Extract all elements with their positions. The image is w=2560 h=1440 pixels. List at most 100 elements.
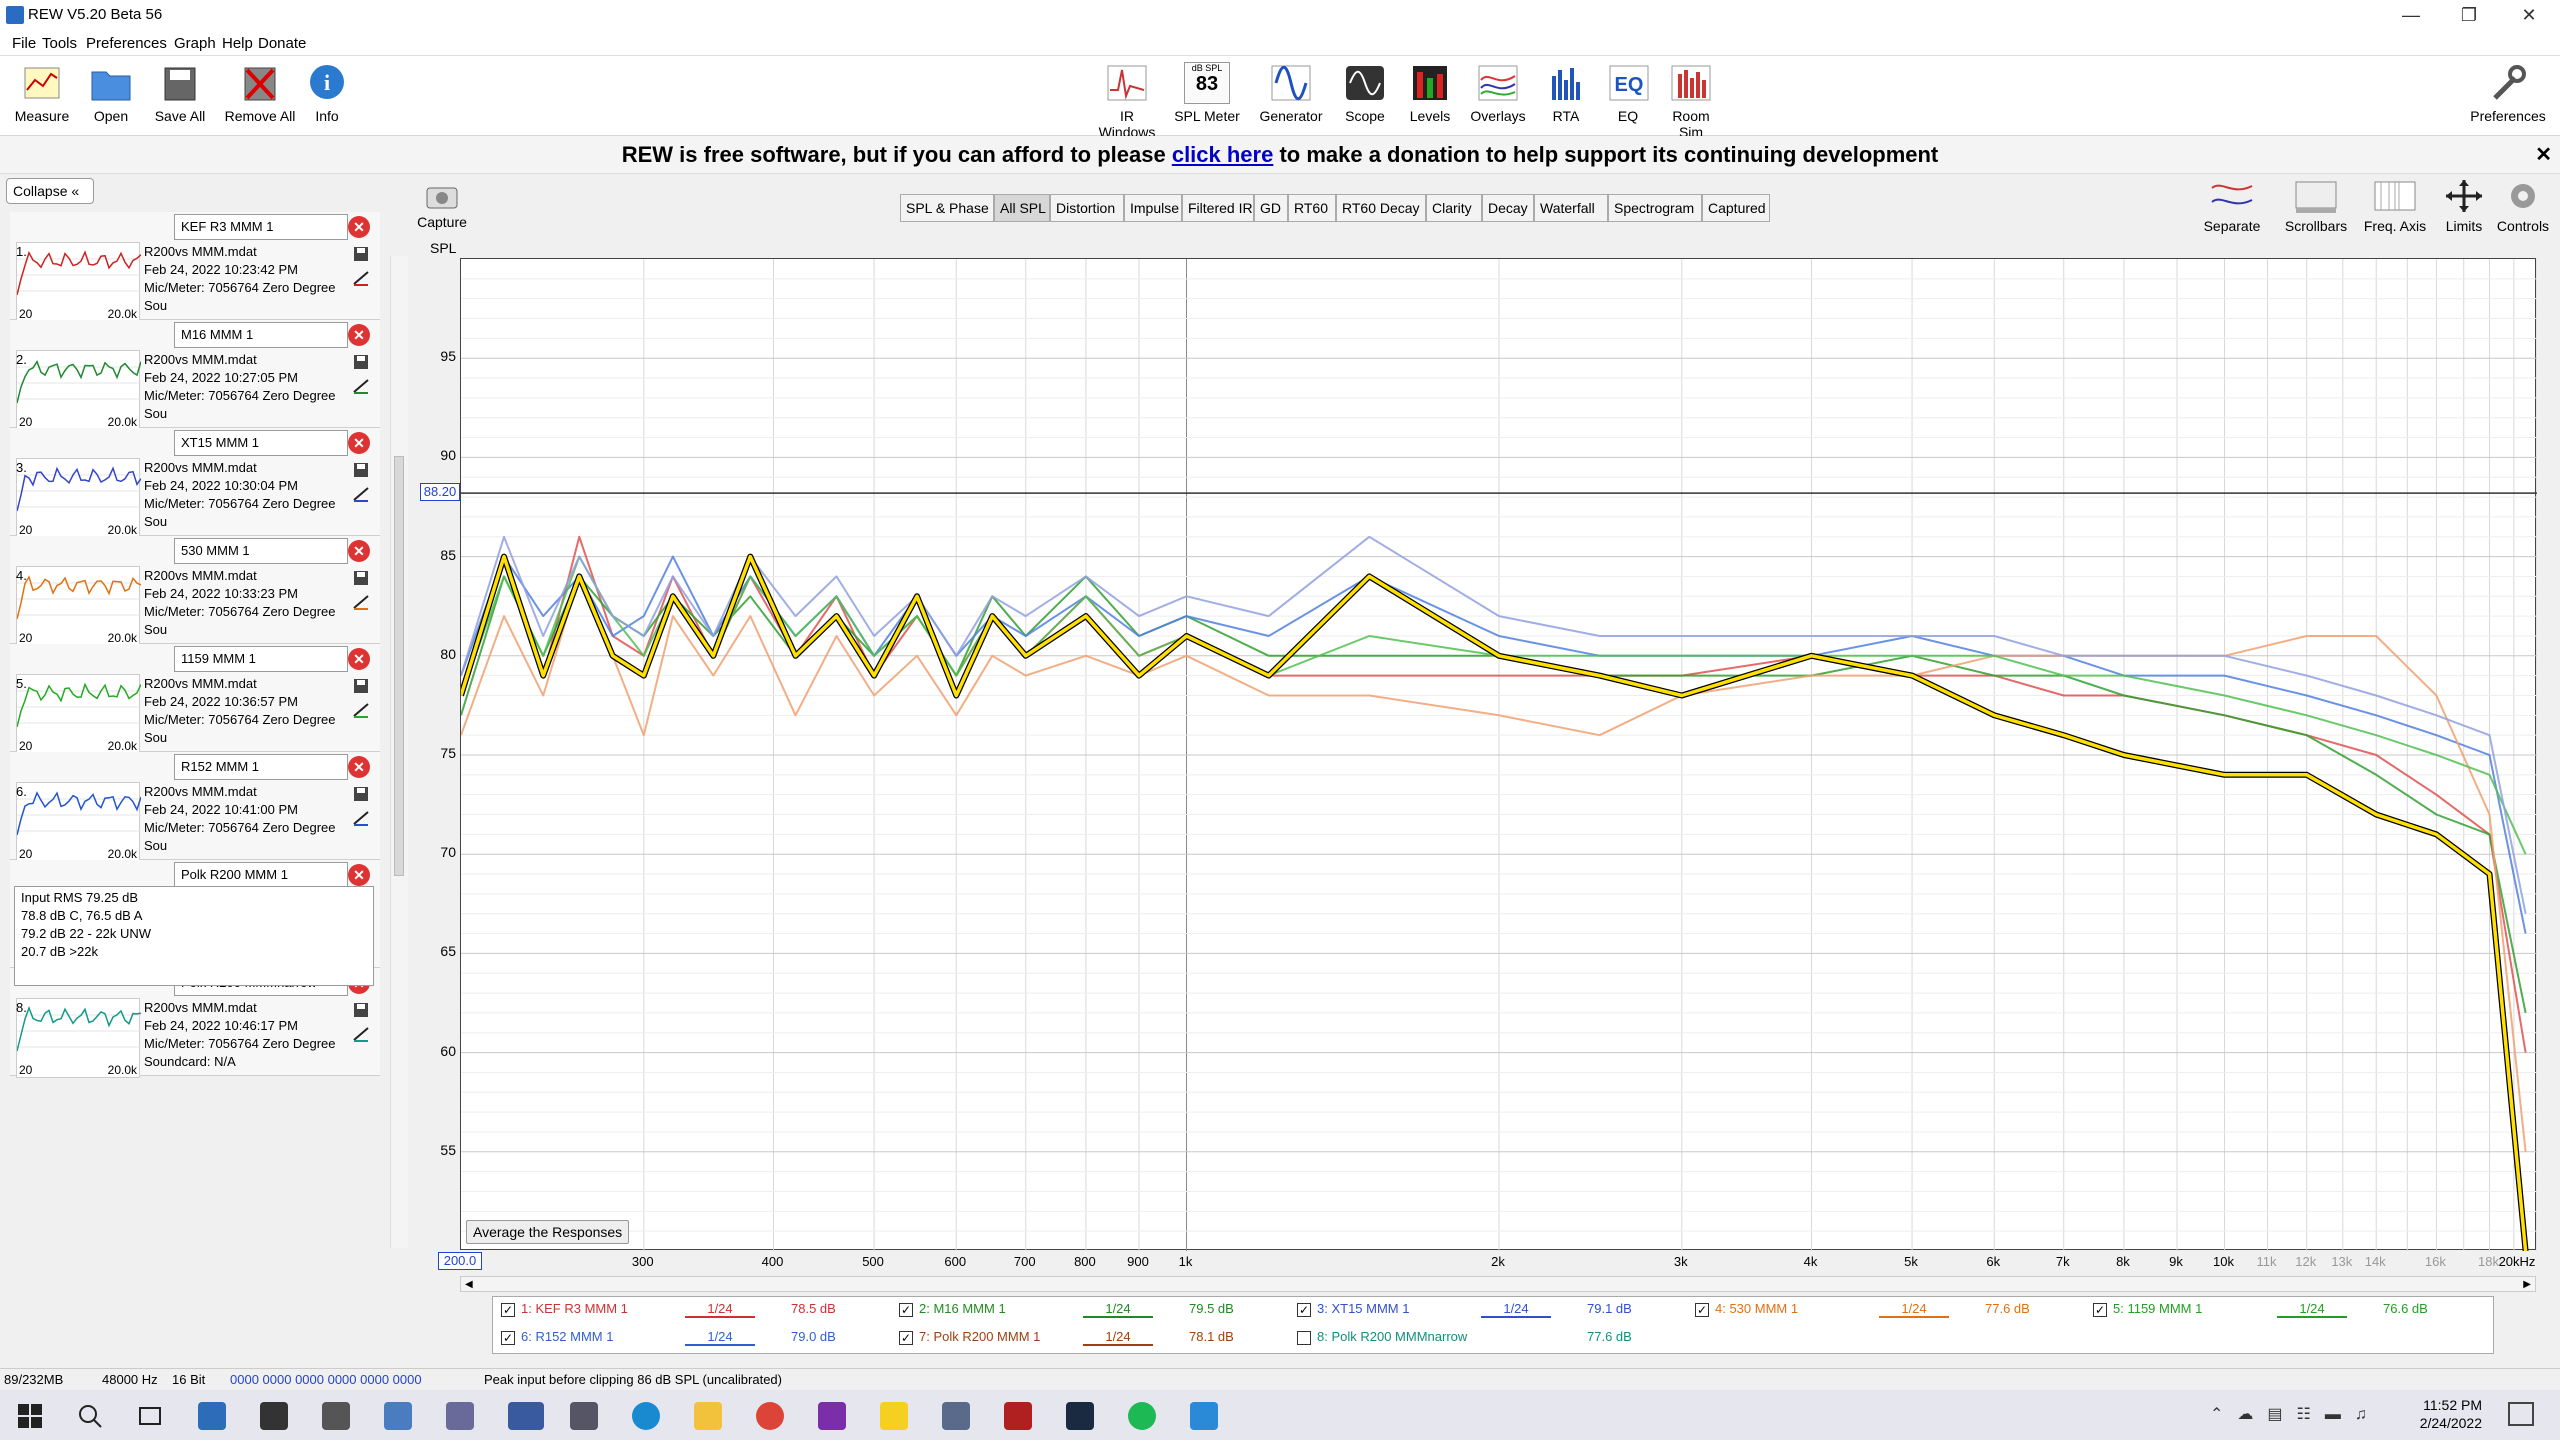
measurement-panel[interactable]: 20 20.0k 6. R152 MMM 1 ✕ R200vs MMM.mdat Feb 2… [10,752,380,862]
tab-gd[interactable]: GD [1254,194,1288,222]
smoothing-button[interactable]: 1/24 [1083,1329,1153,1346]
edge-icon[interactable] [632,1402,660,1430]
legend-checkbox[interactable]: ✓ [501,1302,515,1317]
tab-decay[interactable]: Decay [1482,194,1534,222]
menu-file[interactable]: File [12,35,36,52]
average-responses-button[interactable]: Average the Responses [466,1220,630,1244]
legend-checkbox[interactable]: ✓ [501,1330,515,1345]
trace-color-icon[interactable] [352,378,370,394]
scroll-thumb[interactable] [394,456,404,876]
levels-button[interactable]: Levels [1402,62,1458,124]
save-measurement-icon[interactable] [352,354,370,370]
taskbar-app-icon[interactable] [260,1402,288,1430]
smoothing-button[interactable]: 1/24 [2277,1301,2347,1318]
tab-impulse[interactable]: Impulse [1124,194,1182,222]
smoothing-button[interactable]: 1/24 [1083,1301,1153,1318]
tab-filtered-ir[interactable]: Filtered IR [1182,194,1254,222]
save-measurement-icon[interactable] [352,786,370,802]
smoothing-button[interactable]: 1/24 [1481,1301,1551,1318]
onenote-icon[interactable] [818,1402,846,1430]
minimize-icon[interactable]: — [2382,0,2440,30]
open-button[interactable]: Open [86,62,136,124]
menu-tools[interactable]: Tools [42,35,77,52]
capture-button[interactable]: Capture [412,182,472,230]
remove-measurement-icon[interactable]: ✕ [348,756,370,778]
remove-measurement-icon[interactable]: ✕ [348,864,370,886]
x-start-value-box[interactable]: 200.0 [438,1252,482,1270]
ir-windows-button[interactable]: IR Windows [1090,62,1164,140]
taskbar-app-icon[interactable] [570,1402,598,1430]
remove-measurement-icon[interactable]: ✕ [348,324,370,346]
legend-checkbox[interactable]: ✓ [899,1330,913,1345]
info-button[interactable]: i Info [304,62,350,124]
tab-rt60-decay[interactable]: RT60 Decay [1336,194,1426,222]
taskbar-app-icon[interactable] [322,1402,350,1430]
spl-chart[interactable] [458,259,2538,1252]
save-measurement-icon[interactable] [352,462,370,478]
cursor-value-box[interactable]: 88.20 [420,483,460,502]
smoothing-button[interactable]: 1/24 [1879,1301,1949,1318]
freq-axis-button[interactable]: Freq. Axis [2358,178,2432,234]
measurement-name-field[interactable]: 1159 MMM 1 [174,646,348,672]
remove-measurement-icon[interactable]: ✕ [348,216,370,238]
measurement-thumbnail[interactable]: 20 20.0k [16,782,142,862]
collapse-button[interactable]: Collapse « [6,178,94,204]
banner-close-icon[interactable]: ✕ [2535,136,2552,174]
measurement-name-field[interactable]: 530 MMM 1 [174,538,348,564]
save-measurement-icon[interactable] [352,1002,370,1018]
tab-spl-phase[interactable]: SPL & Phase [900,194,994,222]
graph-horizontal-scrollbar[interactable]: ◀ ▶ [460,1276,2536,1292]
tab-waterfall[interactable]: Waterfall [1534,194,1608,222]
smoothing-button[interactable]: 1/24 [685,1301,755,1318]
menu-donate[interactable]: Donate [258,35,306,52]
task-view-icon[interactable] [136,1402,164,1430]
rew-taskbar-icon[interactable] [508,1402,544,1430]
menu-preferences[interactable]: Preferences [86,35,167,52]
measurement-name-field[interactable]: R152 MMM 1 [174,754,348,780]
trace-color-icon[interactable] [352,594,370,610]
measurement-thumbnail[interactable]: 20 20.0k [16,350,142,430]
measurement-thumbnail[interactable]: 20 20.0k [16,674,142,754]
remove-measurement-icon[interactable]: ✕ [348,648,370,670]
chrome-icon[interactable] [756,1402,784,1430]
tab-spectrogram[interactable]: Spectrogram [1608,194,1702,222]
scrollbars-button[interactable]: Scrollbars [2282,178,2350,234]
remove-all-button[interactable]: Remove All [222,62,298,124]
restore-icon[interactable]: ❐ [2440,0,2498,30]
measurement-panel[interactable]: 20 20.0k 4. 530 MMM 1 ✕ R200vs MMM.mdat Feb 24… [10,536,380,646]
remove-measurement-icon[interactable]: ✕ [348,432,370,454]
spl-graph[interactable] [458,258,2538,1252]
generator-button[interactable]: Generator [1256,62,1326,124]
measurement-panel[interactable]: 20 20.0k 3. XT15 MMM 1 ✕ R200vs MMM.mdat Feb 2… [10,428,380,538]
tab-all-spl[interactable]: All SPL [994,194,1050,222]
measure-button[interactable]: Measure [12,62,72,124]
trace-color-icon[interactable] [352,270,370,286]
taskbar-app-icon[interactable] [384,1402,412,1430]
scroll-left-icon[interactable]: ◀ [465,1279,473,1290]
measurement-thumbnail[interactable]: 20 20.0k [16,458,142,538]
search-icon[interactable] [76,1402,104,1430]
overlays-button[interactable]: Overlays [1466,62,1530,124]
spotify-icon[interactable] [1128,1402,1156,1430]
measurement-panel[interactable]: 20 20.0k 5. 1159 MMM 1 ✕ R200vs MMM.mdat Feb 2… [10,644,380,754]
measurement-name-field[interactable]: XT15 MMM 1 [174,430,348,456]
trace-color-icon[interactable] [352,810,370,826]
measurement-thumbnail[interactable]: 20 20.0k [16,566,142,646]
system-tray-icons[interactable]: ⌃☁▤☷▬♫ [2210,1404,2381,1424]
limits-button[interactable]: Limits [2440,178,2488,234]
taskbar-app-icon[interactable] [198,1402,226,1430]
separate-button[interactable]: Separate [2194,178,2270,234]
menu-help[interactable]: Help [222,35,253,52]
measurement-panel[interactable]: 20 20.0k 2. M16 MMM 1 ✕ R200vs MMM.mdat Feb 24… [10,320,380,430]
tab-distortion[interactable]: Distortion [1050,194,1124,222]
tab-clarity[interactable]: Clarity [1426,194,1482,222]
measurement-panel[interactable]: 20 20.0k 1. KEF R3 MMM 1 ✕ R200vs MMM.mdat Feb… [10,212,380,322]
save-all-button[interactable]: Save All [150,62,210,124]
measurement-name-field[interactable]: Polk R200 MMM 1 [174,862,348,888]
save-measurement-icon[interactable] [352,570,370,586]
notifications-icon[interactable] [2508,1402,2534,1426]
panel-scrollbar[interactable] [390,256,408,1248]
taskbar-app-icon[interactable] [1190,1402,1218,1430]
eq-button[interactable]: EQ EQ [1606,62,1650,124]
lightroom-icon[interactable] [1066,1402,1094,1430]
